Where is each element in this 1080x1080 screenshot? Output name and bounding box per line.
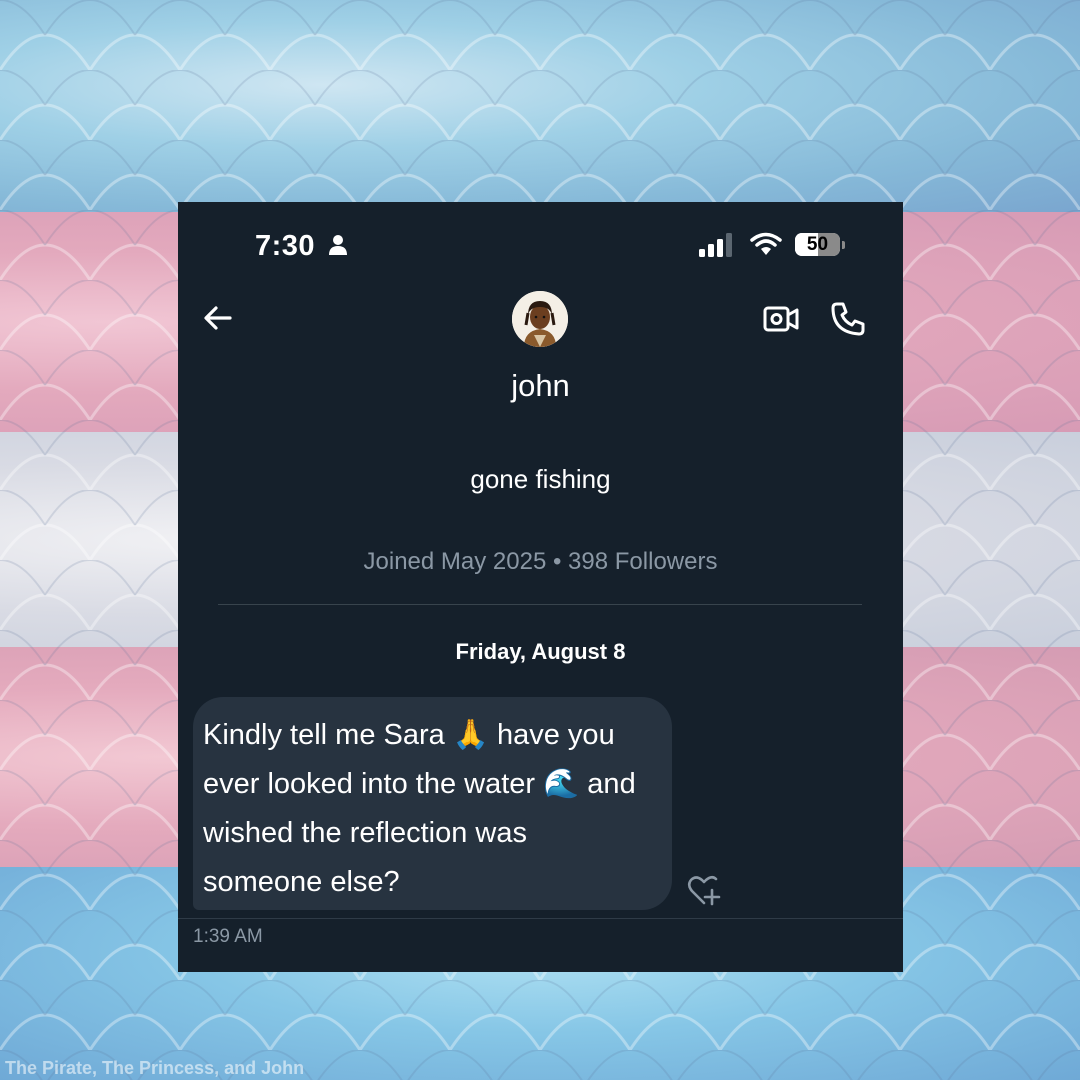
heart-plus-icon: [687, 875, 721, 906]
message-bubble[interactable]: Kindly tell me Sara 🙏 have you ever look…: [193, 697, 672, 910]
contact-name[interactable]: john: [178, 368, 903, 404]
message-text: Kindly tell me Sara 🙏 have you ever look…: [203, 719, 636, 898]
cellular-signal-icon: [699, 233, 732, 257]
profile-bio: gone fishing: [470, 464, 611, 494]
divider: [178, 918, 903, 919]
background-band-blue-top: [0, 0, 1080, 212]
voice-call-button[interactable]: [829, 300, 867, 338]
back-button[interactable]: [200, 300, 236, 336]
avatar-portrait: [512, 291, 568, 347]
profile-meta: Joined May 2025 • 398 Followers: [363, 548, 718, 575]
arrow-left-icon: [204, 306, 232, 330]
video-call-button[interactable]: [762, 301, 800, 337]
battery-percent: 50: [806, 234, 829, 255]
add-reaction-button[interactable]: [687, 873, 723, 907]
watermark: The Pirate, The Princess, and John: [5, 1058, 305, 1078]
person-icon: [329, 235, 347, 255]
dm-screen: 7:30 50 john gone fishing Joined May 202…: [178, 202, 903, 972]
avatar[interactable]: [512, 291, 568, 347]
battery-indicator: 50: [795, 233, 840, 256]
video-camera-icon: [763, 306, 799, 332]
wifi-icon: [750, 232, 782, 255]
date-separator: Friday, August 8: [455, 639, 626, 664]
battery-cap: [842, 241, 845, 249]
phone-icon: [831, 302, 865, 336]
message-timestamp: 1:39 AM: [193, 926, 263, 947]
divider: [218, 604, 862, 605]
status-time: 7:30: [255, 230, 316, 262]
